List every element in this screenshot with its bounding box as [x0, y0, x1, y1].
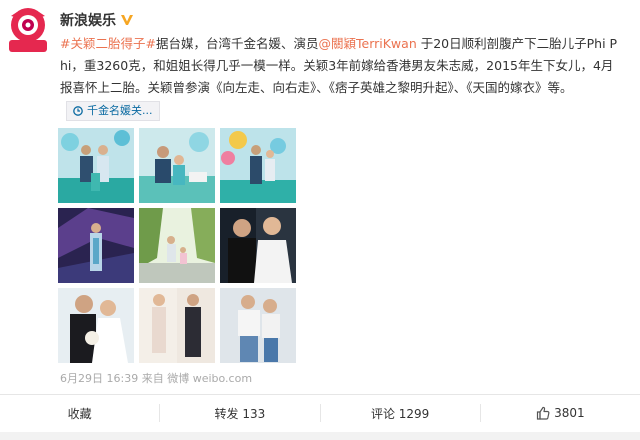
topic-link-suffix[interactable]: 得子: [120, 36, 145, 51]
link-icon: [73, 105, 83, 116]
post-image-1[interactable]: [58, 128, 134, 203]
weibo-post-card: 新浪娱乐 #关颖二胎得子#据台媒，台湾千金名媛、演员@關穎TerriKwan 于…: [0, 0, 640, 440]
comment-label: 评论 1299: [370, 406, 430, 421]
image-grid: [58, 128, 296, 363]
post-image-3[interactable]: [220, 128, 296, 203]
author-name[interactable]: 新浪娱乐: [60, 10, 116, 30]
verified-icon: [121, 15, 133, 25]
post-image-6[interactable]: [220, 208, 296, 283]
repost-label: 转发 133: [214, 406, 266, 421]
post-image-2[interactable]: [139, 128, 215, 203]
post-source[interactable]: 微博 weibo.com: [167, 372, 252, 385]
post-body-a: 据台媒，台湾千金名媛、演员: [155, 36, 319, 51]
like-count: 3801: [554, 406, 585, 420]
repost-button[interactable]: 转发 133: [160, 395, 319, 431]
mention-link[interactable]: @關穎TerriKwan: [319, 36, 417, 51]
thumbs-up-icon: [536, 406, 550, 420]
topic-chip-label: 千金名媛关...: [87, 103, 153, 117]
post-text: #关颖二胎得子#据台媒，台湾千金名媛、演员@關穎TerriKwan 于20日顺利…: [60, 33, 620, 121]
meta-from-label: 来自: [141, 372, 164, 385]
post-meta: 6月29日 16:39 来自 微博 weibo.com: [60, 370, 252, 386]
topic-chip[interactable]: 千金名媛关...: [66, 100, 160, 121]
author-row: 新浪娱乐: [60, 10, 134, 30]
post-image-5[interactable]: [139, 208, 215, 283]
favorite-label: 收藏: [67, 406, 92, 421]
comment-button[interactable]: 评论 1299: [321, 395, 480, 431]
action-bar: 收藏 转发 133 评论 1299 3801: [0, 394, 640, 431]
post-time[interactable]: 6月29日 16:39: [60, 372, 138, 385]
post-image-8[interactable]: [139, 288, 215, 363]
card-bottom-edge: [0, 432, 640, 440]
post-image-9[interactable]: [220, 288, 296, 363]
favorite-button[interactable]: 收藏: [0, 395, 159, 431]
author-avatar[interactable]: [5, 6, 51, 54]
post-image-7[interactable]: [58, 288, 134, 363]
post-image-4[interactable]: [58, 208, 134, 283]
topic-link-end[interactable]: #: [146, 36, 156, 51]
like-button[interactable]: 3801: [481, 395, 640, 431]
topic-link-prefix[interactable]: #关颖二胎: [60, 36, 120, 51]
